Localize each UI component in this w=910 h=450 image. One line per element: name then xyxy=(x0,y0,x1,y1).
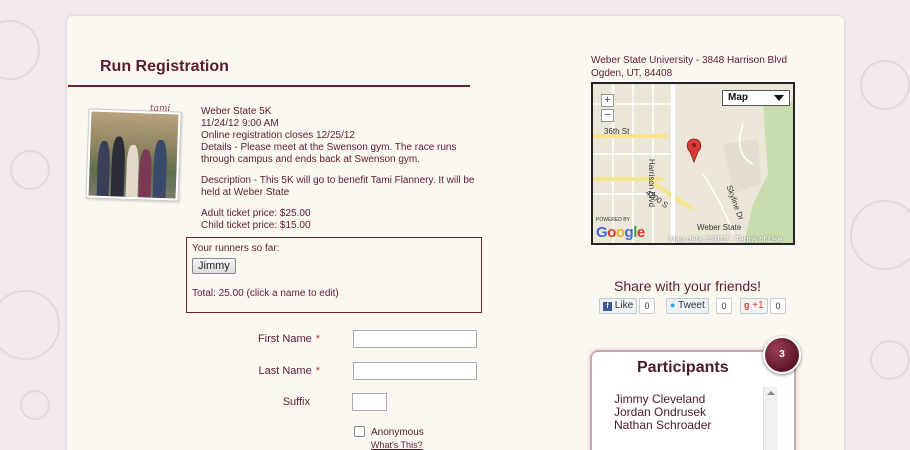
google-logo: Google xyxy=(596,224,645,241)
list-item: Nathan Schroader xyxy=(614,418,712,432)
address-line-1: Weber State University - 3848 Harrison B… xyxy=(591,55,788,66)
child-price: Child ticket price: $15.00 xyxy=(201,220,311,231)
last-name-label: Last Name * xyxy=(258,365,320,377)
map-label-weber-state: Weber State xyxy=(697,223,742,232)
participants-list: Jimmy Cleveland Jordan Ondrusek Nathan S… xyxy=(614,393,711,432)
event-datetime: 11/24/12 9:00 AM xyxy=(201,118,279,129)
whats-this-link[interactable]: What's This? xyxy=(371,440,423,450)
participants-scrollbar[interactable] xyxy=(763,387,777,450)
first-name-input[interactable] xyxy=(353,330,477,348)
first-name-label: First Name * xyxy=(257,333,320,345)
event-photo xyxy=(85,108,182,202)
tweet-count: 0 xyxy=(716,298,732,314)
chevron-down-icon xyxy=(774,95,784,101)
map-type-dropdown[interactable]: Map xyxy=(722,90,790,106)
runners-total: Total: 25.00 (click a name to edit) xyxy=(192,288,339,299)
event-description: Description - This 5K will go to benefit… xyxy=(201,175,475,198)
event-details: Details - Please meet at the Swenson gym… xyxy=(201,142,457,165)
location-map[interactable]: + − Map 36th St Harrison Blvd 4200 S Sky… xyxy=(591,82,795,245)
registration-closes: Online registration closes 12/25/12 xyxy=(201,130,355,141)
anonymous-label: Anonymous xyxy=(371,427,424,438)
page-title: Run Registration xyxy=(100,58,229,75)
facebook-icon: f xyxy=(603,302,612,311)
facebook-like-button[interactable]: f Like xyxy=(599,298,638,314)
event-info: Weber State 5K 11/24/12 9:00 AM Online r… xyxy=(201,106,481,232)
share-title: Share with your friends! xyxy=(614,278,762,294)
twitter-icon: ● xyxy=(670,300,676,310)
runners-heading: Your runners so far: xyxy=(192,243,280,254)
plusone-count: 0 xyxy=(770,298,786,314)
event-name: Weber State 5K xyxy=(201,106,272,117)
anonymous-checkbox[interactable] xyxy=(354,426,365,437)
scroll-up-icon[interactable] xyxy=(767,391,775,395)
map-zoom-out-button[interactable]: − xyxy=(601,109,614,122)
event-address: Weber State University - 3848 Harrison B… xyxy=(591,54,787,80)
map-credit[interactable]: Map data ©2012 - Terms of Use xyxy=(669,235,782,243)
runner-button-jimmy[interactable]: Jimmy xyxy=(192,258,236,274)
tweet-button[interactable]: ● Tweet xyxy=(666,298,709,314)
map-label-36th: 36th St xyxy=(604,127,630,136)
last-name-input[interactable] xyxy=(353,362,477,380)
address-line-2: Ogden, UT, 84408 xyxy=(591,68,673,79)
google-plus-button[interactable]: g +1 xyxy=(740,298,768,314)
participants-count-badge: 3 xyxy=(763,336,801,374)
suffix-label: Suffix xyxy=(282,396,310,408)
runners-box: Your runners so far: Jimmy Total: 25.00 … xyxy=(186,237,482,313)
suffix-input[interactable] xyxy=(352,393,387,411)
photo-tag: tami xyxy=(150,104,171,114)
adult-price: Adult ticket price: $25.00 xyxy=(201,208,311,219)
participants-title: Participants xyxy=(637,359,729,376)
like-count: 0 xyxy=(639,298,655,314)
map-zoom-in-button[interactable]: + xyxy=(601,94,614,107)
title-divider xyxy=(68,85,470,87)
map-powered-by: POWERED BY xyxy=(596,217,630,223)
google-plus-icon: g xyxy=(744,300,750,310)
